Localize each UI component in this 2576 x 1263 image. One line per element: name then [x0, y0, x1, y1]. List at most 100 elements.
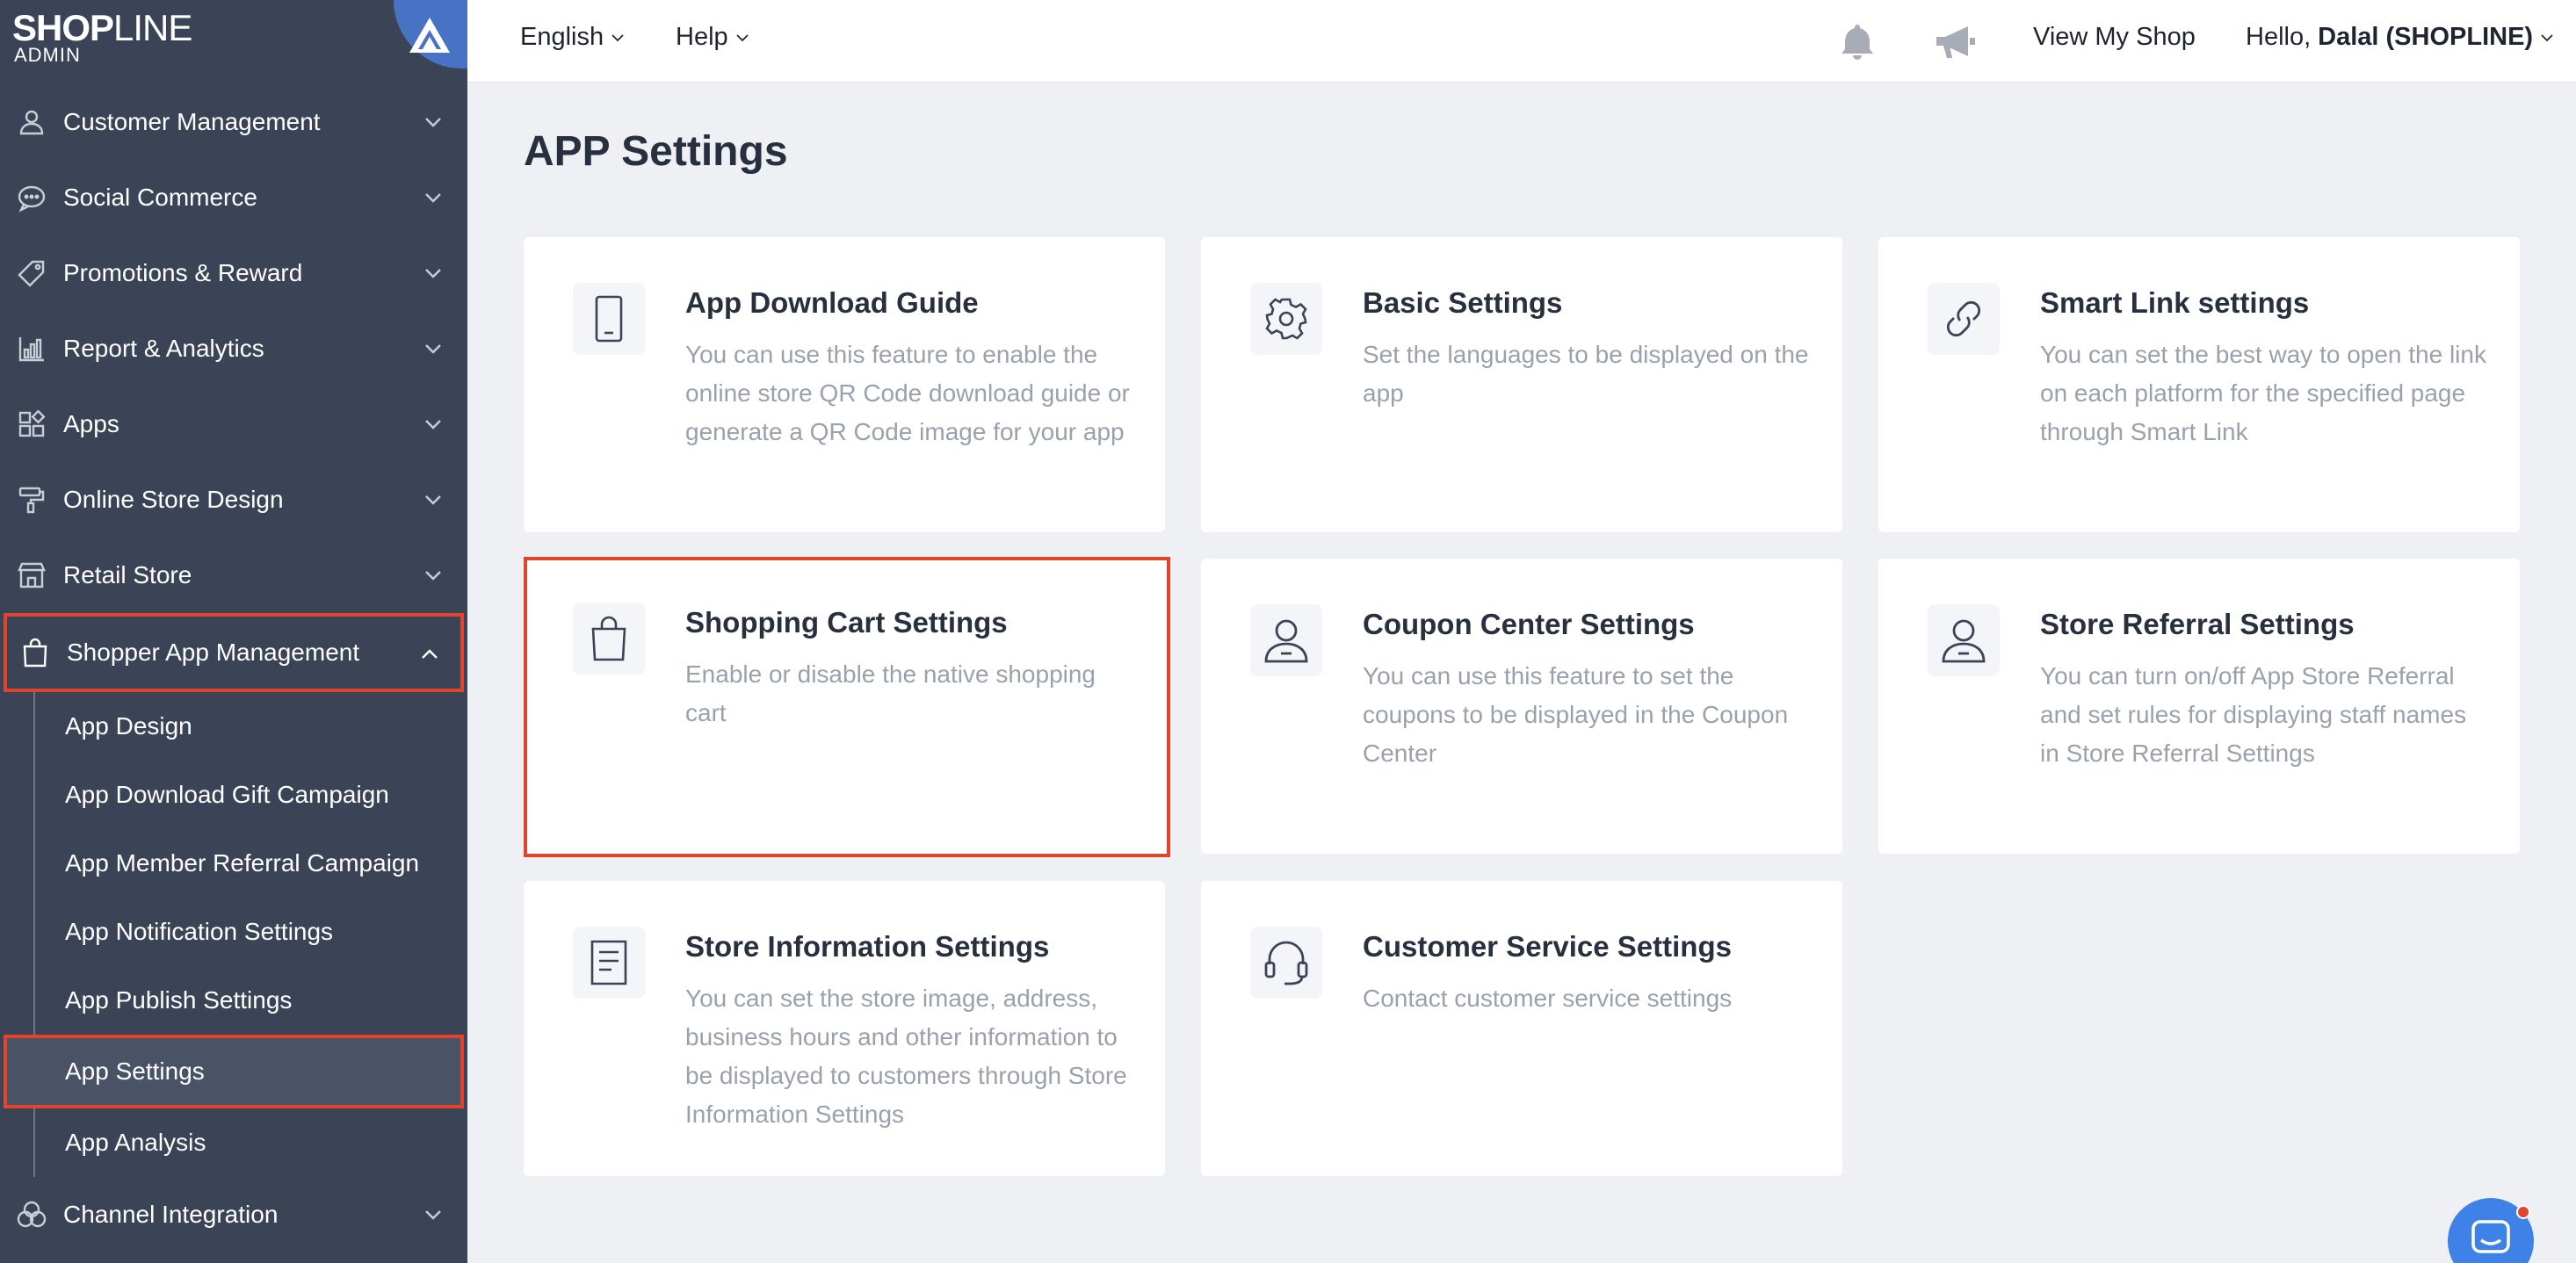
sidebar-item-label: Report & Analytics	[63, 335, 264, 362]
chevron-down-icon	[611, 33, 624, 41]
storefront-icon	[16, 559, 47, 591]
chevron-down-icon	[425, 118, 441, 127]
page-title: APP Settings	[524, 128, 788, 175]
sidebar-nav: Customer Management Social Commerce Prom…	[0, 84, 467, 1252]
sidebar-item-label: Shopper App Management	[67, 639, 360, 666]
help-label: Help	[676, 23, 728, 51]
sidebar-subitem-app-design[interactable]: App Design	[33, 692, 467, 761]
sidebar-item-online-store-design[interactable]: Online Store Design	[0, 462, 467, 538]
card-description: Enable or disable the native shopping ca…	[685, 660, 1096, 726]
card-description: You can use this feature to set the coup…	[1363, 662, 1789, 767]
card-title: Store Information Settings	[685, 930, 1050, 963]
bar-chart-icon	[16, 333, 47, 364]
card-smart-link-settings[interactable]: Smart Link settings You can set the best…	[1878, 237, 2520, 532]
card-basic-settings[interactable]: Basic Settings Set the languages to be d…	[1201, 237, 1842, 532]
card-coupon-center-settings[interactable]: Coupon Center Settings You can use this …	[1201, 559, 1842, 854]
sidebar-item-channel-integration[interactable]: Channel Integration	[0, 1177, 467, 1252]
sidebar-item-label: Promotions & Reward	[63, 259, 303, 286]
sidebar-item-social-commerce[interactable]: Social Commerce	[0, 160, 467, 235]
chat-bubble-icon	[16, 182, 47, 213]
sidebar-item-report-analytics[interactable]: Report & Analytics	[0, 311, 467, 386]
user-menu[interactable]: Hello, Dalal (SHOPLINE)	[2246, 23, 2554, 52]
language-label: English	[520, 23, 604, 51]
sidebar-item-retail-store[interactable]: Retail Store	[0, 538, 467, 613]
greeting-text: Hello,	[2246, 23, 2312, 51]
shopping-bag-icon	[573, 603, 645, 675]
phone-icon	[573, 283, 645, 355]
card-description: You can set the store image, address, bu…	[685, 985, 1127, 1128]
brand-name: SHOPLINE	[12, 7, 192, 48]
card-description: You can use this feature to enable the o…	[685, 341, 1130, 445]
sidebar-item-label: Customer Management	[63, 108, 321, 135]
sidebar-subnav: App Design App Download Gift Campaign Ap…	[0, 692, 467, 1177]
chat-icon	[2471, 1220, 2510, 1253]
sidebar-item-shopper-app-management[interactable]: Shopper App Management	[4, 613, 464, 692]
chevron-down-icon	[425, 571, 441, 581]
top-bar: English Help View My Shop Hello, Dalal (…	[467, 0, 2576, 83]
document-icon	[573, 927, 645, 999]
chevron-down-icon	[425, 269, 441, 278]
tag-icon	[16, 257, 47, 289]
card-store-referral-settings[interactable]: Store Referral Settings You can turn on/…	[1878, 559, 2520, 854]
sidebar-item-label: Channel Integration	[63, 1201, 279, 1228]
card-title: App Download Guide	[685, 286, 979, 319]
sidebar-item-label: Apps	[63, 410, 119, 437]
logo[interactable]: SHOPLINE ADMIN	[0, 0, 467, 83]
chevron-down-icon	[425, 495, 441, 505]
brand-subtitle: ADMIN	[14, 44, 81, 66]
sidebar-subitem-app-settings[interactable]: App Settings	[4, 1035, 464, 1108]
card-store-information-settings[interactable]: Store Information Settings You can set t…	[524, 881, 1165, 1176]
sidebar-item-customer-management[interactable]: Customer Management	[0, 84, 467, 160]
card-shopping-cart-settings[interactable]: Shopping Cart Settings Enable or disable…	[524, 557, 1170, 857]
sidebar-subitem-app-member-referral-campaign[interactable]: App Member Referral Campaign	[33, 829, 467, 898]
card-description: You can turn on/off App Store Referral a…	[2040, 662, 2467, 767]
chevron-down-icon	[2541, 33, 2553, 41]
apps-grid-icon	[16, 408, 47, 440]
integration-icon	[16, 1199, 47, 1231]
view-my-shop-link[interactable]: View My Shop	[2033, 23, 2196, 52]
bell-icon	[1842, 25, 1873, 60]
help-dropdown[interactable]: Help	[676, 23, 749, 52]
announcements-button[interactable]	[1933, 21, 1979, 68]
sidebar: SHOPLINE ADMIN Customer Management Socia…	[0, 0, 467, 1263]
megaphone-icon	[1936, 26, 1975, 58]
chevron-down-icon	[425, 1210, 441, 1220]
card-app-download-guide[interactable]: App Download Guide You can use this feat…	[524, 237, 1165, 532]
paint-roller-icon	[16, 484, 47, 516]
language-dropdown[interactable]: English	[520, 23, 625, 52]
card-title: Customer Service Settings	[1363, 930, 1732, 963]
card-description: Set the languages to be displayed on the…	[1363, 341, 1809, 407]
card-customer-service-settings[interactable]: Customer Service Settings Contact custom…	[1201, 881, 1842, 1176]
sidebar-subitem-app-notification-settings[interactable]: App Notification Settings	[33, 898, 467, 966]
person-icon	[16, 106, 47, 138]
shopping-bag-icon	[19, 637, 51, 668]
notifications-button[interactable]	[1836, 21, 1878, 68]
notification-dot	[2516, 1205, 2530, 1219]
sidebar-item-apps[interactable]: Apps	[0, 386, 467, 462]
sidebar-subitem-app-analysis[interactable]: App Analysis	[33, 1108, 467, 1177]
sidebar-subitem-app-download-gift-campaign[interactable]: App Download Gift Campaign	[33, 761, 467, 829]
sidebar-item-label: Retail Store	[63, 561, 192, 588]
card-description: You can set the best way to open the lin…	[2040, 341, 2486, 445]
link-icon	[1928, 283, 2000, 355]
sidebar-item-promotions-reward[interactable]: Promotions & Reward	[0, 235, 467, 311]
chevron-down-icon	[425, 420, 441, 429]
card-title: Basic Settings	[1363, 286, 1563, 319]
headset-icon	[1250, 927, 1322, 999]
card-title: Smart Link settings	[2040, 286, 2310, 319]
sidebar-item-label: Online Store Design	[63, 486, 284, 513]
sidebar-item-label: Social Commerce	[63, 184, 257, 211]
gear-icon	[1250, 283, 1322, 355]
chevron-down-icon	[425, 344, 441, 354]
card-title: Coupon Center Settings	[1363, 608, 1695, 640]
chevron-down-icon	[425, 193, 441, 203]
card-title: Shopping Cart Settings	[685, 606, 1008, 639]
chevron-down-icon	[736, 33, 749, 41]
sidebar-subitem-app-publish-settings[interactable]: App Publish Settings	[33, 966, 467, 1035]
person-icon	[1928, 604, 2000, 676]
card-title: Store Referral Settings	[2040, 608, 2355, 640]
triangle-logo-icon	[409, 18, 450, 53]
chevron-up-icon	[422, 649, 438, 659]
brand-mark	[394, 0, 467, 69]
user-name: Dalal (SHOPLINE)	[2318, 23, 2534, 51]
